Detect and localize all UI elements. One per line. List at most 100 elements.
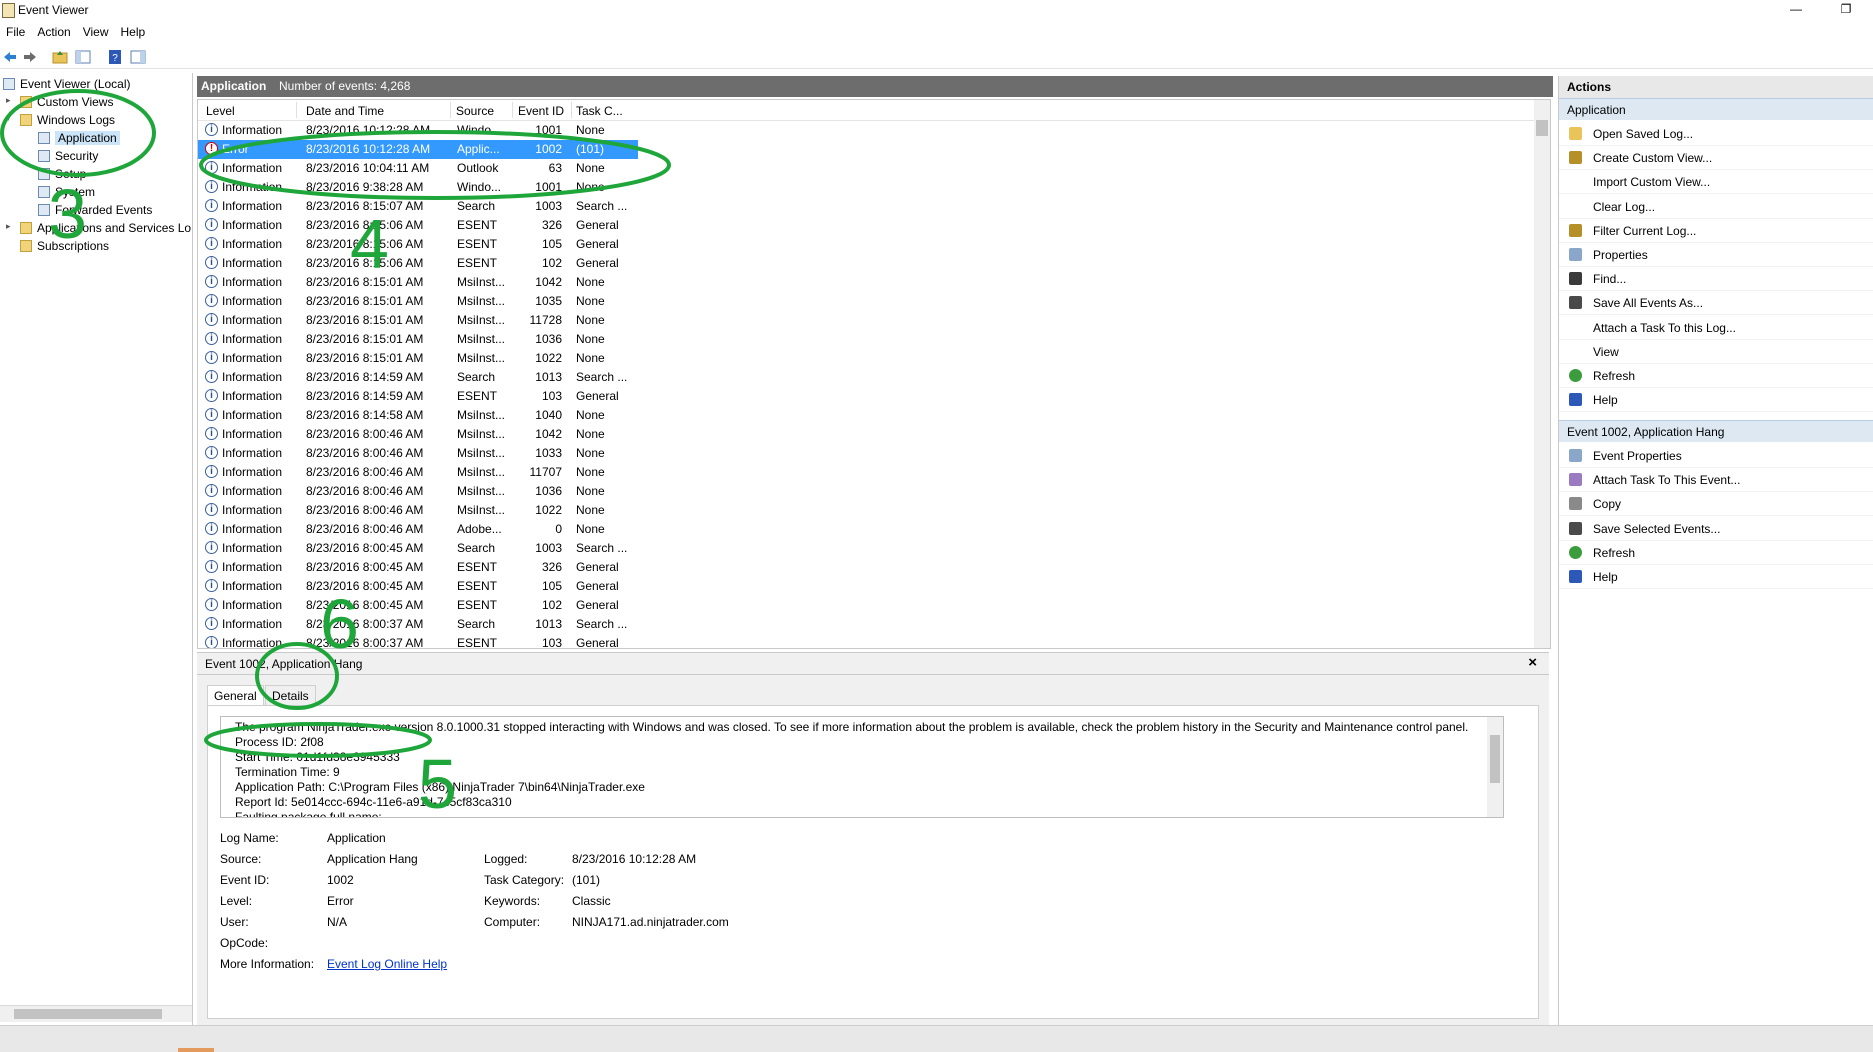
action-attach-a-task-to-this-log[interactable]: Attach a Task To this Log...	[1559, 316, 1873, 340]
tree-root-event-viewer[interactable]: Event Viewer (Local)	[3, 75, 131, 93]
show-hide-tree-icon[interactable]	[75, 49, 91, 65]
action-label: Event Properties	[1593, 449, 1682, 463]
table-row[interactable]: i Information 8/23/2016 8:00:45 AM ESENT 105…	[198, 577, 638, 596]
action-properties[interactable]: Properties	[1559, 243, 1873, 267]
tree-item-application[interactable]: Application	[38, 129, 120, 147]
action-filter-current-log[interactable]: Filter Current Log...	[1559, 219, 1873, 243]
action-refresh[interactable]: Refresh	[1559, 541, 1873, 565]
table-row[interactable]: i Information 8/23/2016 8:14:59 AM ESENT 103…	[198, 387, 638, 406]
table-row[interactable]: i Information 8/23/2016 8:15:01 AM MsiInst.…	[198, 273, 638, 292]
collapse-chevron-icon[interactable]: ▾	[6, 113, 11, 124]
table-row[interactable]: i Information 8/23/2016 8:00:37 AM Search 10…	[198, 615, 638, 634]
actions-section-application[interactable]: Application	[1559, 98, 1873, 120]
action-copy[interactable]: Copy	[1559, 492, 1873, 517]
help-icon[interactable]: ?	[107, 49, 123, 65]
cell-id: 1035	[535, 294, 562, 308]
expand-chevron-icon[interactable]: ▸	[6, 95, 11, 106]
table-row[interactable]: i Information 8/23/2016 8:00:45 AM ESENT 102…	[198, 596, 638, 615]
level-value: Error	[327, 894, 354, 908]
table-row[interactable]: i Information 8/23/2016 8:15:06 AM ESENT 102…	[198, 254, 638, 273]
table-row[interactable]: i Information 8/23/2016 8:00:46 AM MsiInst.…	[198, 482, 638, 501]
action-event-properties[interactable]: Event Properties	[1559, 444, 1873, 468]
action-create-custom-view[interactable]: Create Custom View...	[1559, 146, 1873, 171]
action-open-saved-log[interactable]: Open Saved Log...	[1559, 122, 1873, 146]
action-find[interactable]: Find...	[1559, 267, 1873, 292]
action-help[interactable]: Help	[1559, 565, 1873, 589]
action-import-custom-view[interactable]: Import Custom View...	[1559, 170, 1873, 195]
table-row[interactable]: i Information 8/23/2016 8:14:59 AM Search 10…	[198, 368, 638, 387]
cell-source: ESENT	[457, 636, 498, 649]
actions-section-event[interactable]: Event 1002, Application Hang	[1559, 420, 1873, 442]
close-icon[interactable]: ×	[1528, 654, 1537, 671]
tree-item-system[interactable]: System	[38, 183, 95, 201]
tree-item-setup[interactable]: Setup	[38, 165, 86, 183]
tree-item-applications-and-services[interactable]: Applications and Services Lo	[20, 219, 191, 237]
table-row[interactable]: i Information 8/23/2016 8:00:46 AM Adobe...…	[198, 520, 638, 539]
cell-task: General	[576, 389, 619, 403]
table-row[interactable]: i Information 8/23/2016 8:00:45 AM ESENT 326…	[198, 558, 638, 577]
menu-view[interactable]: View	[77, 22, 115, 39]
column-header-date[interactable]: Date and Time	[306, 104, 384, 118]
forward-arrow-icon[interactable]	[22, 49, 38, 65]
action-refresh[interactable]: Refresh	[1559, 364, 1873, 388]
tab-general[interactable]: General	[207, 685, 264, 706]
description-vertical-scrollbar[interactable]	[1487, 717, 1503, 817]
column-header-source[interactable]: Source	[456, 104, 494, 118]
tree-horizontal-scrollbar[interactable]	[0, 1005, 192, 1022]
table-row[interactable]: i Information 8/23/2016 8:15:01 AM MsiInst.…	[198, 349, 638, 368]
column-divider[interactable]	[450, 102, 451, 118]
cell-date: 8/23/2016 8:00:46 AM	[306, 503, 424, 517]
restore-button[interactable]: ❐	[1826, 0, 1866, 20]
table-row[interactable]: i Information 8/23/2016 8:00:46 AM MsiInst.…	[198, 463, 638, 482]
column-divider[interactable]	[571, 102, 572, 118]
tree-item-windows-logs[interactable]: Windows Logs	[20, 111, 115, 129]
table-row[interactable]: i Information 8/23/2016 10:12:28 AM Windo..…	[198, 121, 638, 140]
action-help[interactable]: Help	[1559, 388, 1873, 413]
scrollbar-thumb[interactable]	[14, 1009, 162, 1019]
event-log-online-help-link[interactable]: Event Log Online Help	[327, 957, 447, 971]
table-row[interactable]: i Information 8/23/2016 8:15:06 AM ESENT 105…	[198, 235, 638, 254]
action-view[interactable]: View	[1559, 340, 1873, 364]
table-row[interactable]: i Information 8/23/2016 8:00:46 AM MsiInst.…	[198, 425, 638, 444]
tab-details[interactable]: Details	[265, 685, 316, 706]
scrollbar-thumb[interactable]	[1490, 735, 1500, 783]
tree-item-custom-views[interactable]: Custom Views	[20, 93, 113, 111]
table-row[interactable]: i Information 8/23/2016 8:15:06 AM ESENT 326…	[198, 216, 638, 235]
window-title: Event Viewer	[18, 3, 89, 17]
table-row[interactable]: i Information 8/23/2016 10:04:11 AM Outlook…	[198, 159, 638, 178]
tree-item-security[interactable]: Security	[38, 147, 98, 165]
minimize-button[interactable]: —	[1776, 0, 1816, 20]
action-save-selected-events[interactable]: Save Selected Events...	[1559, 517, 1873, 541]
menu-file[interactable]: File	[0, 22, 31, 39]
table-row[interactable]: i Information 8/23/2016 9:38:28 AM Windo...…	[198, 178, 638, 197]
event-description[interactable]: The program NinjaTrader.exe version 8.0.…	[220, 716, 1504, 818]
back-arrow-icon[interactable]	[2, 49, 18, 65]
table-row[interactable]: i Information 8/23/2016 8:14:58 AM MsiInst.…	[198, 406, 638, 425]
expand-chevron-icon[interactable]: ▸	[6, 221, 11, 232]
table-row[interactable]: i Information 8/23/2016 8:00:46 AM MsiInst.…	[198, 501, 638, 520]
table-row[interactable]: i Information 8/23/2016 8:15:01 AM MsiInst.…	[198, 292, 638, 311]
tree-item-subscriptions[interactable]: Subscriptions	[20, 237, 109, 255]
tree-item-forwarded-events[interactable]: Forwarded Events	[38, 201, 152, 219]
table-row[interactable]: ! Error 8/23/2016 10:12:28 AM Applic... 1002…	[198, 140, 638, 159]
menu-action[interactable]: Action	[31, 22, 76, 39]
column-divider[interactable]	[296, 102, 297, 118]
table-row[interactable]: i Information 8/23/2016 8:15:07 AM Search 10…	[198, 197, 638, 216]
up-folder-icon[interactable]	[52, 49, 68, 65]
action-clear-log[interactable]: Clear Log...	[1559, 195, 1873, 219]
show-hide-action-pane-icon[interactable]	[130, 49, 146, 65]
table-row[interactable]: i Information 8/23/2016 8:00:45 AM Search 10…	[198, 539, 638, 558]
scrollbar-thumb[interactable]	[1536, 120, 1548, 136]
table-row[interactable]: i Information 8/23/2016 8:00:46 AM MsiInst.…	[198, 444, 638, 463]
table-row[interactable]: i Information 8/23/2016 8:00:37 AM ESENT 103…	[198, 634, 638, 649]
column-header-level[interactable]: Level	[206, 104, 235, 118]
table-row[interactable]: i Information 8/23/2016 8:15:01 AM MsiInst.…	[198, 311, 638, 330]
column-header-event-id[interactable]: Event ID	[518, 104, 564, 118]
action-attach-task-to-this-event[interactable]: Attach Task To This Event...	[1559, 468, 1873, 493]
column-divider[interactable]	[512, 102, 513, 118]
event-list-vertical-scrollbar[interactable]	[1534, 100, 1550, 648]
column-header-task-category[interactable]: Task C...	[576, 104, 623, 118]
menu-help[interactable]: Help	[115, 22, 152, 39]
table-row[interactable]: i Information 8/23/2016 8:15:01 AM MsiInst.…	[198, 330, 638, 349]
action-save-all-events-as[interactable]: Save All Events As...	[1559, 291, 1873, 316]
